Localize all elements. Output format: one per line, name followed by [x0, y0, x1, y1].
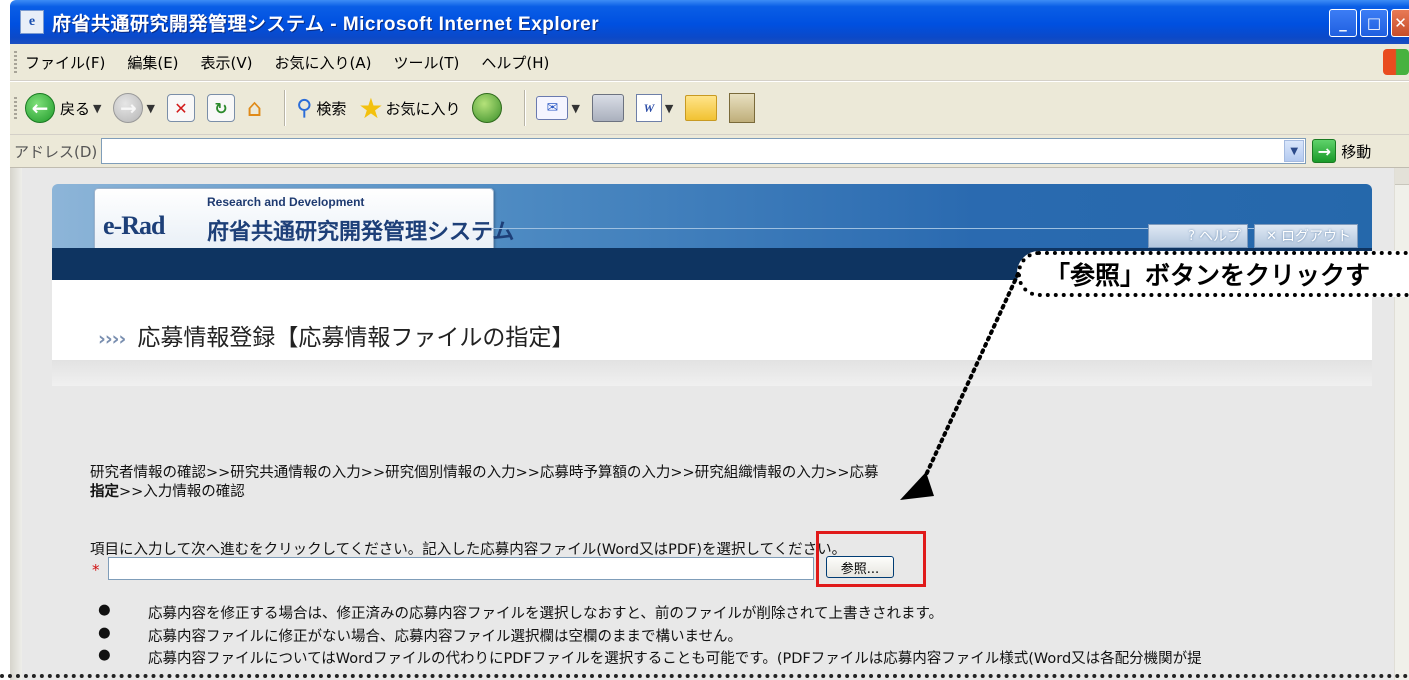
- callout-arrow-head: [900, 472, 934, 500]
- callout-arrow: [900, 272, 1020, 500]
- bottom-dotted-border: [0, 674, 1409, 678]
- callout-arrow-line: [918, 272, 1020, 490]
